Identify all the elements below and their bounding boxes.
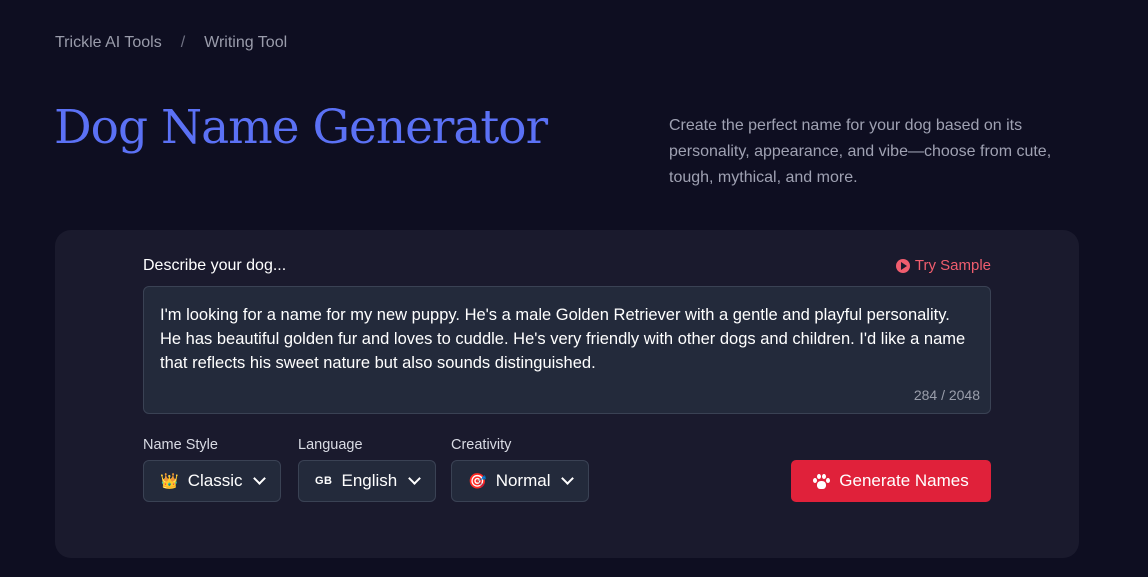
creativity-value: Normal	[495, 471, 551, 490]
language-value: English	[341, 471, 398, 490]
play-circle-icon	[895, 258, 910, 273]
breadcrumb-root-link[interactable]: Trickle AI Tools	[55, 34, 162, 52]
generate-names-button[interactable]: Generate Names	[791, 460, 991, 502]
name-style-select[interactable]: 👑 Classic	[143, 460, 282, 502]
gb-flag-icon: GB	[315, 475, 333, 487]
language-label: Language	[298, 437, 363, 453]
breadcrumb-separator: /	[180, 34, 186, 51]
creativity-label: Creativity	[451, 437, 512, 453]
breadcrumb: Trickle AI Tools / Writing Tool	[55, 34, 287, 52]
chevron-down-icon	[408, 472, 422, 485]
name-style-label: Name Style	[143, 437, 218, 453]
target-icon: 🎯	[468, 472, 487, 490]
description-label: Describe your dog...	[143, 257, 287, 274]
language-select[interactable]: GB English	[298, 460, 437, 502]
page-subtitle: Create the perfect name for your dog bas…	[669, 117, 1052, 186]
description-text: I'm looking for a name for my new puppy.…	[160, 306, 966, 372]
try-sample-label: Try Sample	[914, 257, 991, 274]
chevron-down-icon	[253, 472, 267, 485]
breadcrumb-current-link[interactable]: Writing Tool	[204, 34, 287, 52]
character-counter: 284 / 2048	[913, 387, 980, 403]
chevron-down-icon	[561, 472, 575, 485]
name-style-value: Classic	[187, 471, 243, 490]
crown-icon: 👑	[160, 472, 179, 490]
page-title: Dog Name Generator	[54, 100, 548, 155]
description-textarea[interactable]: I'm looking for a name for my new puppy.…	[143, 286, 991, 414]
creativity-select[interactable]: 🎯 Normal	[451, 460, 590, 502]
generate-names-label: Generate Names	[839, 471, 969, 490]
generator-card: Describe your dog... Try Sample I'm look…	[55, 230, 1079, 558]
try-sample-button[interactable]: Try Sample	[895, 257, 991, 274]
paw-icon	[813, 473, 831, 489]
